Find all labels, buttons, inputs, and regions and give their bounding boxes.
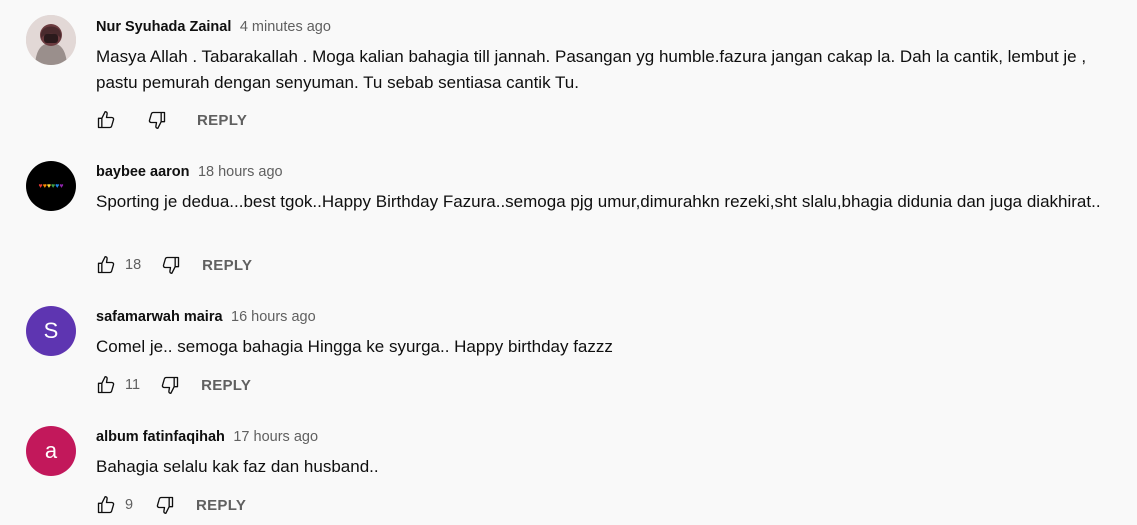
thumbs-up-icon[interactable]	[96, 110, 116, 130]
comment-actions: 18 REPLY	[96, 254, 252, 276]
comment-time[interactable]: 16 hours ago	[231, 309, 316, 325]
hearts-icon: ♥♥♥♥♥♥	[38, 182, 64, 190]
avatar-photo	[26, 15, 76, 65]
comment-header: baybee aaron 18 hours ago	[96, 163, 283, 181]
reply-button[interactable]: REPLY	[202, 257, 252, 274]
comment-header: safamarwah maira 16 hours ago	[96, 308, 316, 326]
avatar-letter: S	[43, 318, 59, 343]
reply-button[interactable]: REPLY	[196, 497, 246, 514]
like-count: 9	[125, 497, 134, 513]
thumbs-down-icon[interactable]	[160, 375, 180, 395]
avatar-letter: a	[44, 438, 58, 463]
comment-actions: 11 REPLY	[96, 374, 251, 396]
author-name[interactable]: safamarwah maira	[96, 309, 223, 325]
author-name[interactable]: Nur Syuhada Zainal	[96, 19, 231, 35]
comment-text: Sporting je dedua...best tgok..Happy Bir…	[96, 192, 1101, 211]
avatar[interactable]	[26, 15, 76, 65]
thumbs-down-icon[interactable]	[147, 110, 167, 130]
comment-actions: REPLY	[96, 109, 247, 131]
reply-button[interactable]: REPLY	[201, 377, 251, 394]
thumbs-up-icon[interactable]	[96, 255, 116, 275]
comment-actions: 9 REPLY	[96, 494, 246, 516]
thumbs-down-icon[interactable]	[155, 495, 175, 515]
avatar[interactable]: S	[26, 306, 76, 356]
author-name[interactable]: album fatinfaqihah	[96, 429, 225, 445]
comment-text: Masya Allah . Tabarakallah . Moga kalian…	[96, 47, 1087, 92]
comment-time[interactable]: 18 hours ago	[198, 164, 283, 180]
comment-text: Comel je.. semoga bahagia Hingga ke syur…	[96, 337, 613, 356]
comment-header: album fatinfaqihah 17 hours ago	[96, 428, 318, 446]
thumbs-down-icon[interactable]	[161, 255, 181, 275]
comment-text: Bahagia selalu kak faz dan husband..	[96, 457, 379, 476]
thumbs-up-icon[interactable]	[96, 375, 116, 395]
avatar[interactable]: ♥♥♥♥♥♥	[26, 161, 76, 211]
avatar[interactable]: a	[26, 426, 76, 476]
like-count: 11	[125, 377, 141, 393]
comment-time[interactable]: 17 hours ago	[233, 429, 318, 445]
comment-header: Nur Syuhada Zainal 4 minutes ago	[96, 18, 331, 36]
reply-button[interactable]: REPLY	[197, 112, 247, 129]
author-name[interactable]: baybee aaron	[96, 164, 190, 180]
thumbs-up-icon[interactable]	[96, 495, 116, 515]
comment-time[interactable]: 4 minutes ago	[240, 19, 331, 35]
like-count: 18	[125, 257, 142, 273]
